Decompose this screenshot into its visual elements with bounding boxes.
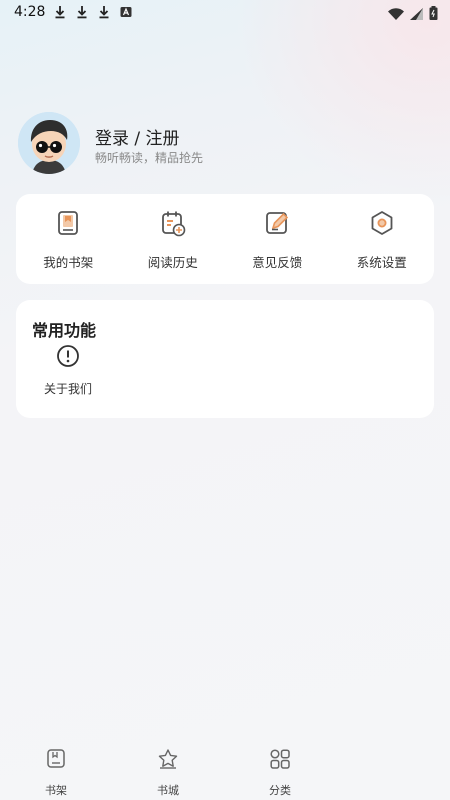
- menu-item-label: 阅读历史: [147, 255, 198, 270]
- tab-category[interactable]: 分类: [224, 742, 336, 800]
- bookstore-tab-icon: [157, 748, 179, 774]
- tab-bookstore[interactable]: 书城: [112, 742, 224, 800]
- profile-header[interactable]: 登录 / 注册 畅听畅读，精品抢先: [18, 112, 318, 178]
- menu-item-feedback[interactable]: 意见反馈: [225, 194, 330, 284]
- download-icon: [76, 4, 88, 19]
- avatar[interactable]: [18, 112, 80, 174]
- signal-icon: [410, 5, 423, 24]
- battery-icon: [429, 5, 438, 24]
- tab-bookshelf[interactable]: 书架: [0, 742, 112, 800]
- notification-icons: [54, 4, 132, 19]
- quick-menu-card: 我的书架 阅读历史 意见反馈 系统设置: [16, 194, 434, 284]
- section-title: 常用功能: [32, 321, 97, 340]
- wifi-icon: [388, 5, 404, 24]
- tab-label: 分类: [269, 784, 291, 797]
- about-us-item[interactable]: 关于我们: [40, 344, 96, 397]
- bottom-tab-bar: 书架 书城 分类: [0, 742, 450, 800]
- feedback-icon: [262, 208, 292, 238]
- menu-item-history[interactable]: 阅读历史: [121, 194, 226, 284]
- system-icons: [388, 5, 438, 24]
- category-tab-icon: [269, 748, 291, 774]
- menu-item-label: 意见反馈: [252, 255, 303, 270]
- info-icon: [56, 344, 80, 372]
- menu-item-bookshelf[interactable]: 我的书架: [16, 194, 121, 284]
- history-icon: [158, 208, 188, 238]
- settings-icon: [367, 208, 397, 238]
- status-time: 4:28: [14, 4, 46, 20]
- tab-label: 书城: [157, 784, 179, 797]
- login-register-link[interactable]: 登录 / 注册: [95, 124, 180, 149]
- common-functions-card: 常用功能 关于我们: [16, 300, 434, 418]
- menu-item-label: 系统设置: [356, 255, 407, 270]
- menu-item-settings[interactable]: 系统设置: [330, 194, 435, 284]
- about-us-label: 关于我们: [43, 382, 92, 396]
- bookshelf-tab-icon: [45, 748, 67, 774]
- download-icon: [54, 4, 66, 19]
- profile-subtitle: 畅听畅读，精品抢先: [95, 151, 204, 165]
- bookshelf-icon: [53, 208, 83, 238]
- tab-label: 书架: [45, 784, 67, 797]
- status-bar: 4:28: [0, 0, 450, 26]
- app-notification-icon: [120, 4, 132, 18]
- download-icon: [98, 4, 110, 19]
- menu-item-label: 我的书架: [43, 255, 94, 270]
